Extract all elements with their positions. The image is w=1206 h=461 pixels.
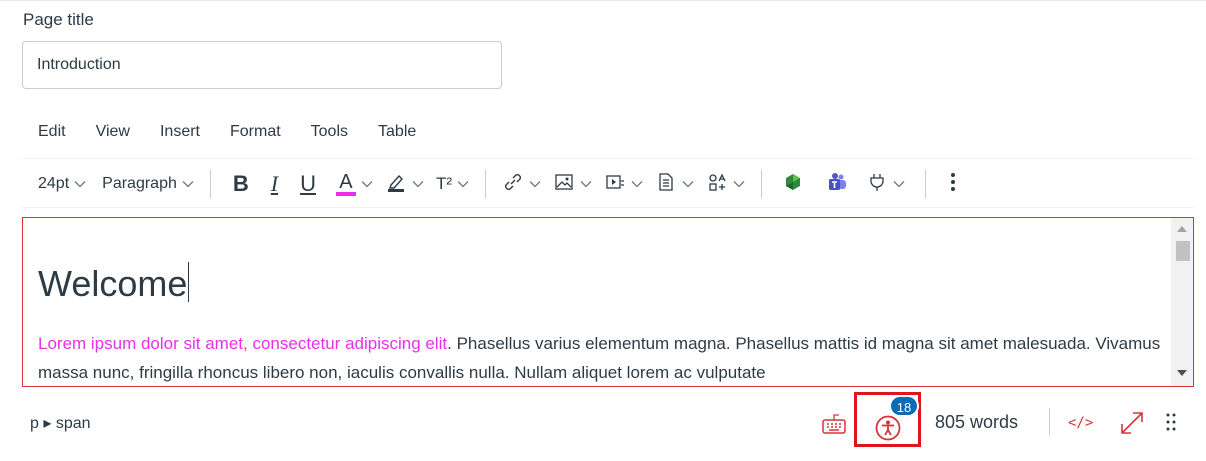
superscript-button[interactable]: T²: [430, 168, 475, 200]
media-button[interactable]: [598, 168, 649, 200]
scroll-down-arrow-icon[interactable]: [1177, 370, 1187, 376]
chevron-down-icon: [412, 180, 424, 188]
editor-paragraph: Lorem ipsum dolor sit amet, consectetur …: [38, 329, 1163, 386]
underline-icon: U: [300, 171, 316, 196]
page-title-label: Page title: [23, 10, 94, 29]
menu-insert[interactable]: Insert: [145, 123, 215, 145]
menu-tools[interactable]: Tools: [296, 123, 363, 145]
element-path[interactable]: p ▸ span: [30, 413, 91, 433]
scroll-up-arrow-icon[interactable]: [1177, 226, 1187, 232]
highlighter-icon: [385, 171, 407, 198]
chevron-down-icon: [361, 180, 373, 188]
editor-menubar: Edit View Insert Format Tools Table: [22, 123, 431, 145]
italic-icon: I: [270, 171, 279, 196]
chevron-down-icon: [682, 180, 694, 188]
underline-button[interactable]: U: [294, 168, 322, 200]
toolbar-bottom-divider: [22, 207, 1194, 208]
chevron-down-icon: [457, 180, 469, 188]
editor-toolbar: 24pt Paragraph B I U A T²: [22, 162, 1194, 206]
link-icon: [502, 171, 524, 198]
resize-handle-icon[interactable]: [1166, 412, 1176, 437]
font-size-value: 24pt: [38, 175, 70, 192]
media-icon: [604, 171, 626, 198]
fullscreen-expand-icon[interactable]: [1119, 410, 1145, 441]
editor-statusbar: p ▸ span 18 805 words </>: [22, 392, 1194, 452]
chevron-down-icon: [529, 180, 541, 188]
link-button[interactable]: [496, 168, 547, 200]
equation-button[interactable]: [700, 168, 751, 200]
top-divider: [0, 0, 1206, 1]
menu-view[interactable]: View: [81, 123, 145, 145]
highlighted-text: Lorem ipsum dolor sit amet, consectetur …: [38, 334, 448, 353]
page-title-input[interactable]: Introduction: [22, 41, 502, 89]
italic-button[interactable]: I: [265, 168, 284, 200]
keyboard-shortcuts-icon[interactable]: [822, 413, 846, 440]
rich-text-editor[interactable]: Welcome Lorem ipsum dolor sit amet, cons…: [22, 217, 1194, 387]
teams-button[interactable]: [820, 168, 854, 200]
image-icon: [553, 171, 575, 198]
highlight-color-button[interactable]: [379, 168, 430, 200]
chevron-down-icon: [182, 180, 194, 188]
teams-icon: [826, 171, 848, 198]
accessibility-issue-badge: 18: [889, 395, 919, 417]
block-format-value: Paragraph: [102, 175, 177, 192]
toolbar-separator: [761, 170, 763, 198]
toolbar-top-divider: [22, 158, 1194, 159]
chevron-down-icon: [74, 180, 86, 188]
word-count[interactable]: 805 words: [935, 412, 1018, 433]
accessibility-icon: [875, 415, 901, 446]
document-icon: [655, 171, 677, 198]
document-button[interactable]: [649, 168, 700, 200]
image-button[interactable]: [547, 168, 598, 200]
app-button-green[interactable]: [776, 168, 810, 200]
chevron-down-icon: [631, 180, 643, 188]
toolbar-separator: [209, 170, 211, 198]
text-cursor: [188, 262, 190, 302]
font-size-dropdown[interactable]: 24pt: [22, 168, 92, 200]
plugins-button[interactable]: [860, 168, 911, 200]
equation-icon: [706, 171, 728, 198]
toolbar-separator: [925, 170, 927, 198]
editor-scrollbar[interactable]: [1171, 218, 1193, 386]
menu-table[interactable]: Table: [363, 123, 431, 145]
accessibility-checker-button[interactable]: 18: [854, 392, 921, 447]
menu-format[interactable]: Format: [215, 123, 296, 145]
plug-icon: [866, 171, 888, 198]
green-app-icon: [782, 171, 804, 198]
chevron-down-icon: [580, 180, 592, 188]
scroll-thumb[interactable]: [1176, 241, 1190, 261]
bold-button[interactable]: B: [227, 168, 255, 200]
block-format-dropdown[interactable]: Paragraph: [96, 168, 200, 200]
menu-edit[interactable]: Edit: [22, 123, 81, 145]
statusbar-separator: [1049, 408, 1050, 436]
more-vertical-icon: [950, 172, 956, 197]
more-button[interactable]: [944, 168, 962, 200]
html-editor-toggle-icon[interactable]: </>: [1068, 415, 1093, 431]
superscript-icon: T²: [435, 174, 453, 193]
chevron-down-icon: [733, 180, 745, 188]
bold-icon: B: [232, 171, 249, 196]
chevron-down-icon: [893, 180, 905, 188]
text-color-icon: A: [335, 172, 356, 196]
text-color-button[interactable]: A: [330, 168, 379, 200]
editor-heading: Welcome: [38, 262, 190, 304]
toolbar-separator: [485, 170, 487, 198]
